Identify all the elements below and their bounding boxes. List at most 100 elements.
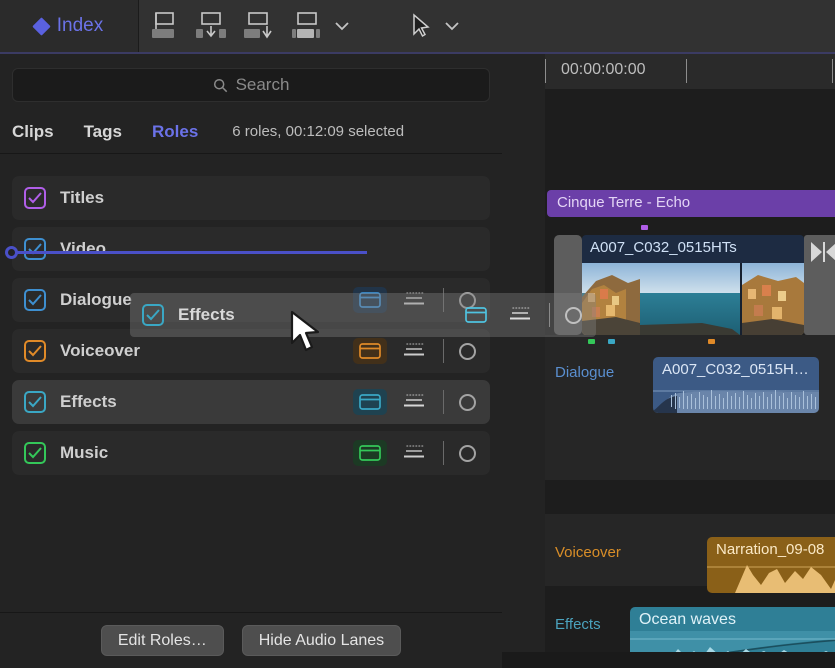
- drop-indicator-knob: [5, 246, 18, 259]
- role-row-titles[interactable]: Titles: [12, 176, 490, 220]
- lane-label-voiceover: Voiceover: [555, 544, 621, 561]
- audio-clip-effects-1-label: Ocean waves: [630, 607, 835, 629]
- timeline-index-panel: Search Clips Tags Roles 6 roles, 00:12:0…: [0, 54, 502, 668]
- solo-button-music[interactable]: [456, 440, 478, 466]
- audio-lane-icon: [359, 445, 381, 461]
- insert-icon: [194, 11, 228, 41]
- control-divider: [443, 339, 444, 363]
- minimize-lane-icon: [402, 342, 426, 360]
- audio-lane-icon: [359, 292, 381, 308]
- role-row-voiceover[interactable]: Voiceover: [12, 329, 490, 373]
- audio-lane-button-music[interactable]: [353, 440, 387, 466]
- marker-cyan[interactable]: [608, 339, 615, 344]
- playhead-timecode: 00:00:00:00: [561, 61, 646, 79]
- checkmark-icon: [28, 294, 42, 306]
- arrow-pointer-icon: [410, 13, 430, 39]
- tool-menu-chevron[interactable]: [441, 0, 463, 52]
- control-divider: [443, 390, 444, 414]
- role-checkbox-video[interactable]: [24, 238, 46, 260]
- search-container: Search: [0, 54, 502, 102]
- role-row-music[interactable]: Music: [12, 431, 490, 475]
- role-controls-voiceover: [353, 338, 478, 364]
- role-row-effects[interactable]: Effects: [12, 380, 490, 424]
- clip-handle[interactable]: [554, 235, 582, 335]
- marker-purple[interactable]: [641, 225, 648, 230]
- minimize-lane-button-voiceover[interactable]: [397, 338, 431, 364]
- waveform-dialogue-1: [653, 379, 819, 413]
- ruler-tick: [686, 59, 687, 83]
- ruler-tick: [832, 59, 833, 83]
- timeline-bottom-strip: [502, 652, 835, 668]
- tab-clips[interactable]: Clips: [12, 122, 54, 142]
- minimize-lane-icon: [402, 291, 426, 309]
- role-controls-dialogue: [353, 287, 478, 313]
- audio-clip-dialogue-1-label: A007_C032_0515H…: [653, 357, 819, 378]
- audio-clip-voiceover-1-label: Narration_09-08: [707, 537, 835, 558]
- tab-tags[interactable]: Tags: [84, 122, 122, 142]
- solo-button-dialogue[interactable]: [456, 287, 478, 313]
- timeline-panel[interactable]: 00:00:00:00 Cinque Terre - Echo A007_C03…: [502, 54, 835, 668]
- edit-menu-chevron[interactable]: [331, 0, 353, 52]
- search-placeholder: Search: [236, 75, 290, 95]
- role-checkbox-music[interactable]: [24, 442, 46, 464]
- minimize-lane-button-effects[interactable]: [397, 389, 431, 415]
- role-controls-music: [353, 440, 478, 466]
- edit-buttons-group: [139, 0, 353, 52]
- index-tab-button[interactable]: Index: [0, 0, 139, 52]
- video-clip-1[interactable]: A007_C032_0515HTs: [582, 235, 804, 335]
- control-divider: [443, 441, 444, 465]
- role-checkbox-titles[interactable]: [24, 187, 46, 209]
- audio-clip-voiceover-1[interactable]: Narration_09-08: [707, 537, 835, 593]
- solo-button-effects[interactable]: [456, 389, 478, 415]
- append-edit-button[interactable]: [235, 0, 283, 52]
- roles-status-text: 6 roles, 00:12:09 selected: [232, 123, 404, 140]
- role-label-music: Music: [60, 443, 353, 463]
- search-input[interactable]: Search: [12, 68, 490, 102]
- solo-button-voiceover[interactable]: [456, 338, 478, 364]
- diamond-icon: [32, 17, 50, 35]
- audio-lane-button-effects[interactable]: [353, 389, 387, 415]
- timeline-ruler[interactable]: 00:00:00:00: [545, 54, 835, 89]
- top-toolbar: Index: [0, 0, 835, 52]
- role-checkbox-voiceover[interactable]: [24, 340, 46, 362]
- connect-edit-button[interactable]: [139, 0, 187, 52]
- hide-audio-lanes-button[interactable]: Hide Audio Lanes: [242, 625, 401, 656]
- solo-ring-icon: [459, 343, 476, 360]
- audio-lane-button-dialogue[interactable]: [353, 287, 387, 313]
- mouse-cursor: [288, 310, 326, 356]
- roles-list: Titles Video Dialogue: [0, 154, 502, 475]
- ruler-tick: [545, 59, 546, 83]
- video-thumbnail-1: [582, 263, 804, 335]
- tool-select-button[interactable]: [399, 0, 441, 52]
- transition-clip[interactable]: [804, 235, 835, 335]
- audio-clip-dialogue-1[interactable]: A007_C032_0515H…: [653, 357, 819, 413]
- title-clip[interactable]: Cinque Terre - Echo: [547, 190, 835, 217]
- role-controls-effects: [353, 389, 478, 415]
- marker-green[interactable]: [588, 339, 595, 344]
- role-row-dialogue[interactable]: Dialogue: [12, 278, 490, 322]
- title-clip-label: Cinque Terre - Echo: [547, 190, 835, 211]
- overwrite-edit-button[interactable]: [283, 0, 331, 52]
- edit-roles-button[interactable]: Edit Roles…: [101, 625, 224, 656]
- audio-lane-button-voiceover[interactable]: [353, 338, 387, 364]
- timeline-body[interactable]: Cinque Terre - Echo A007_C032_0515HTs: [545, 89, 835, 668]
- checkmark-icon: [28, 447, 42, 459]
- tab-roles[interactable]: Roles: [152, 122, 198, 142]
- checkmark-icon: [28, 396, 42, 408]
- minimize-lane-button-dialogue[interactable]: [397, 287, 431, 313]
- transition-icon: [809, 241, 835, 263]
- solo-ring-icon: [459, 394, 476, 411]
- role-row-video[interactable]: Video: [12, 227, 490, 271]
- insert-edit-button[interactable]: [187, 0, 235, 52]
- connect-icon: [146, 11, 180, 41]
- index-tab-label: Index: [57, 15, 103, 37]
- index-tabs: Clips Tags Roles 6 roles, 00:12:09 selec…: [0, 110, 502, 154]
- minimize-lane-icon: [402, 444, 426, 462]
- role-checkbox-dialogue[interactable]: [24, 289, 46, 311]
- minimize-lane-button-music[interactable]: [397, 440, 431, 466]
- append-icon: [242, 11, 276, 41]
- role-label-video: Video: [60, 239, 478, 259]
- marker-orange[interactable]: [708, 339, 715, 344]
- minimize-lane-icon: [402, 393, 426, 411]
- role-checkbox-effects[interactable]: [24, 391, 46, 413]
